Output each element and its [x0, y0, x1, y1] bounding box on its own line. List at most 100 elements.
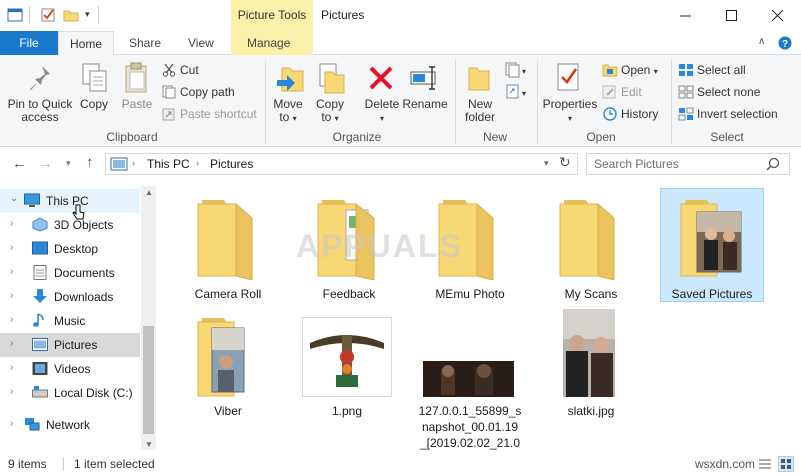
paste-button[interactable]: Paste: [117, 98, 157, 111]
back-arrow-icon[interactable]: ←: [12, 155, 27, 172]
chevron-right-icon[interactable]: ›: [10, 218, 13, 229]
nav-item-3d-objects[interactable]: › 3D Objects: [0, 213, 140, 237]
search-input[interactable]: Search Pictures: [594, 157, 679, 171]
cut-button[interactable]: Cut: [180, 63, 199, 77]
chevron-right-icon[interactable]: ›: [10, 418, 13, 429]
file-name-saved-pictures[interactable]: Saved Pictures: [660, 287, 764, 301]
forward-arrow-icon[interactable]: →: [38, 155, 53, 172]
file-name-memu-photo[interactable]: MEmu Photo: [418, 287, 522, 301]
history-button[interactable]: History: [621, 107, 658, 121]
video-snapshot-thumbnail[interactable]: [423, 361, 514, 397]
ribbon-collapse-icon[interactable]: ∧: [758, 36, 765, 47]
nav-item-this-pc[interactable]: ⌄ This PC: [0, 189, 140, 213]
close-icon: [772, 9, 784, 21]
properties-button[interactable]: Properties ▾: [540, 98, 600, 125]
details-view-icon[interactable]: [758, 457, 772, 471]
move-to-button[interactable]: Move to ▾: [270, 98, 306, 125]
file-name-viber[interactable]: Viber: [176, 404, 280, 418]
folder-with-photo-icon[interactable]: [679, 196, 745, 280]
easy-access-icon[interactable]: ▾: [505, 84, 527, 100]
nav-item-network[interactable]: › Network: [0, 413, 140, 437]
nav-item-videos[interactable]: › Videos: [0, 357, 140, 381]
minimize-button[interactable]: [663, 0, 709, 31]
select-all-button[interactable]: Select all: [697, 63, 746, 77]
chevron-right-icon[interactable]: ›: [10, 266, 13, 277]
copy-to-button[interactable]: Copy to ▾: [312, 98, 348, 125]
chevron-down-icon[interactable]: ⌄: [10, 193, 18, 204]
rename-button[interactable]: Rename: [402, 98, 448, 111]
breadcrumb-pictures[interactable]: Pictures: [210, 157, 253, 171]
new-folder-button[interactable]: New folder: [458, 98, 502, 124]
new-folder-icon: [468, 67, 490, 91]
paste-shortcut-button[interactable]: Paste shortcut: [180, 107, 257, 121]
image-thumbnail[interactable]: [563, 309, 615, 397]
chevron-right-icon[interactable]: ›: [10, 242, 13, 253]
search-icon[interactable]: [766, 157, 780, 171]
delete-button[interactable]: Delete ▾: [360, 98, 404, 125]
file-name-slatki-jpg[interactable]: slatki.jpg: [539, 404, 643, 418]
nav-item-music[interactable]: › Music: [0, 309, 140, 333]
file-name-my-scans[interactable]: My Scans: [539, 287, 643, 301]
recent-locations-icon[interactable]: ▾: [66, 158, 71, 169]
nav-item-desktop[interactable]: › Desktop: [0, 237, 140, 261]
image-thumbnail[interactable]: [302, 317, 392, 397]
context-tab-group-label: Picture Tools: [237, 8, 307, 22]
nav-scrollbar-thumb[interactable]: [143, 326, 154, 434]
properties-qat-icon[interactable]: [40, 7, 56, 23]
pin-to-quick-access-button[interactable]: Pin to Quick access: [5, 98, 75, 124]
status-item-count: 9 items: [8, 457, 47, 471]
open-button[interactable]: Open ▾: [621, 63, 658, 77]
pin-label-line1: Pin to Quick: [7, 97, 73, 111]
help-icon[interactable]: ?: [778, 36, 792, 50]
select-none-button[interactable]: Select none: [697, 85, 760, 99]
invert-selection-button[interactable]: Invert selection: [697, 107, 778, 121]
cut-icon: [162, 63, 176, 77]
nav-item-local-disk[interactable]: › Local Disk (C:): [0, 381, 140, 405]
chevron-right-icon[interactable]: ›: [10, 290, 13, 301]
new-folder-line1: New: [467, 97, 492, 111]
nav-item-pictures[interactable]: › Pictures: [0, 333, 140, 357]
breadcrumb-separator-icon[interactable]: ›: [196, 158, 199, 168]
address-dropdown-icon[interactable]: ▾: [544, 158, 549, 169]
copy-path-button[interactable]: Copy path: [180, 85, 235, 99]
scroll-up-icon[interactable]: ▲: [145, 188, 153, 197]
file-name-feedback[interactable]: Feedback: [297, 287, 401, 301]
delete-icon: [369, 66, 393, 90]
breadcrumb-separator-icon[interactable]: ›: [132, 158, 135, 168]
file-name-camera-roll[interactable]: Camera Roll: [176, 287, 280, 301]
chevron-right-icon[interactable]: ›: [10, 386, 13, 397]
tab-file[interactable]: File: [0, 31, 58, 55]
select-group-label: Select: [710, 130, 744, 144]
file-name-1-png[interactable]: 1.png: [295, 404, 399, 418]
edit-button[interactable]: Edit: [621, 85, 642, 99]
scroll-down-icon[interactable]: ▼: [145, 440, 153, 449]
nav-item-downloads[interactable]: › Downloads: [0, 285, 140, 309]
tab-home[interactable]: Home: [58, 31, 114, 56]
tab-view[interactable]: View: [188, 36, 214, 50]
chevron-right-icon[interactable]: ›: [10, 362, 13, 373]
move-to-icon: [277, 67, 304, 92]
folder-icon[interactable]: [558, 198, 622, 280]
qat-customize-icon[interactable]: ▾: [85, 9, 90, 20]
tab-manage[interactable]: Manage: [247, 36, 290, 50]
large-icons-view-icon[interactable]: [778, 456, 794, 472]
delete-label: Delete: [364, 97, 400, 111]
close-button[interactable]: [755, 0, 801, 31]
chevron-right-icon[interactable]: ›: [10, 338, 13, 349]
nav-item-documents[interactable]: › Documents: [0, 261, 140, 285]
file-name-snapshot[interactable]: 127.0.0.1_55899_s napshot_00.01.19 _[201…: [418, 403, 522, 451]
new-folder-qat-icon[interactable]: [63, 7, 79, 23]
folder-with-photo-icon[interactable]: [196, 316, 260, 400]
folder-icon[interactable]: [196, 198, 260, 280]
refresh-icon[interactable]: ↻: [559, 154, 571, 171]
up-arrow-icon[interactable]: ↑: [86, 154, 94, 171]
nav-label: Downloads: [54, 290, 114, 304]
chevron-right-icon[interactable]: ›: [10, 314, 13, 325]
new-item-icon[interactable]: ▾: [505, 62, 527, 78]
videos-icon: [32, 362, 48, 375]
status-selection: 1 item selected: [74, 457, 155, 471]
copy-button[interactable]: Copy: [76, 98, 112, 111]
breadcrumb-this-pc[interactable]: This PC: [147, 157, 190, 171]
maximize-button[interactable]: [709, 0, 755, 31]
tab-share[interactable]: Share: [129, 36, 161, 50]
